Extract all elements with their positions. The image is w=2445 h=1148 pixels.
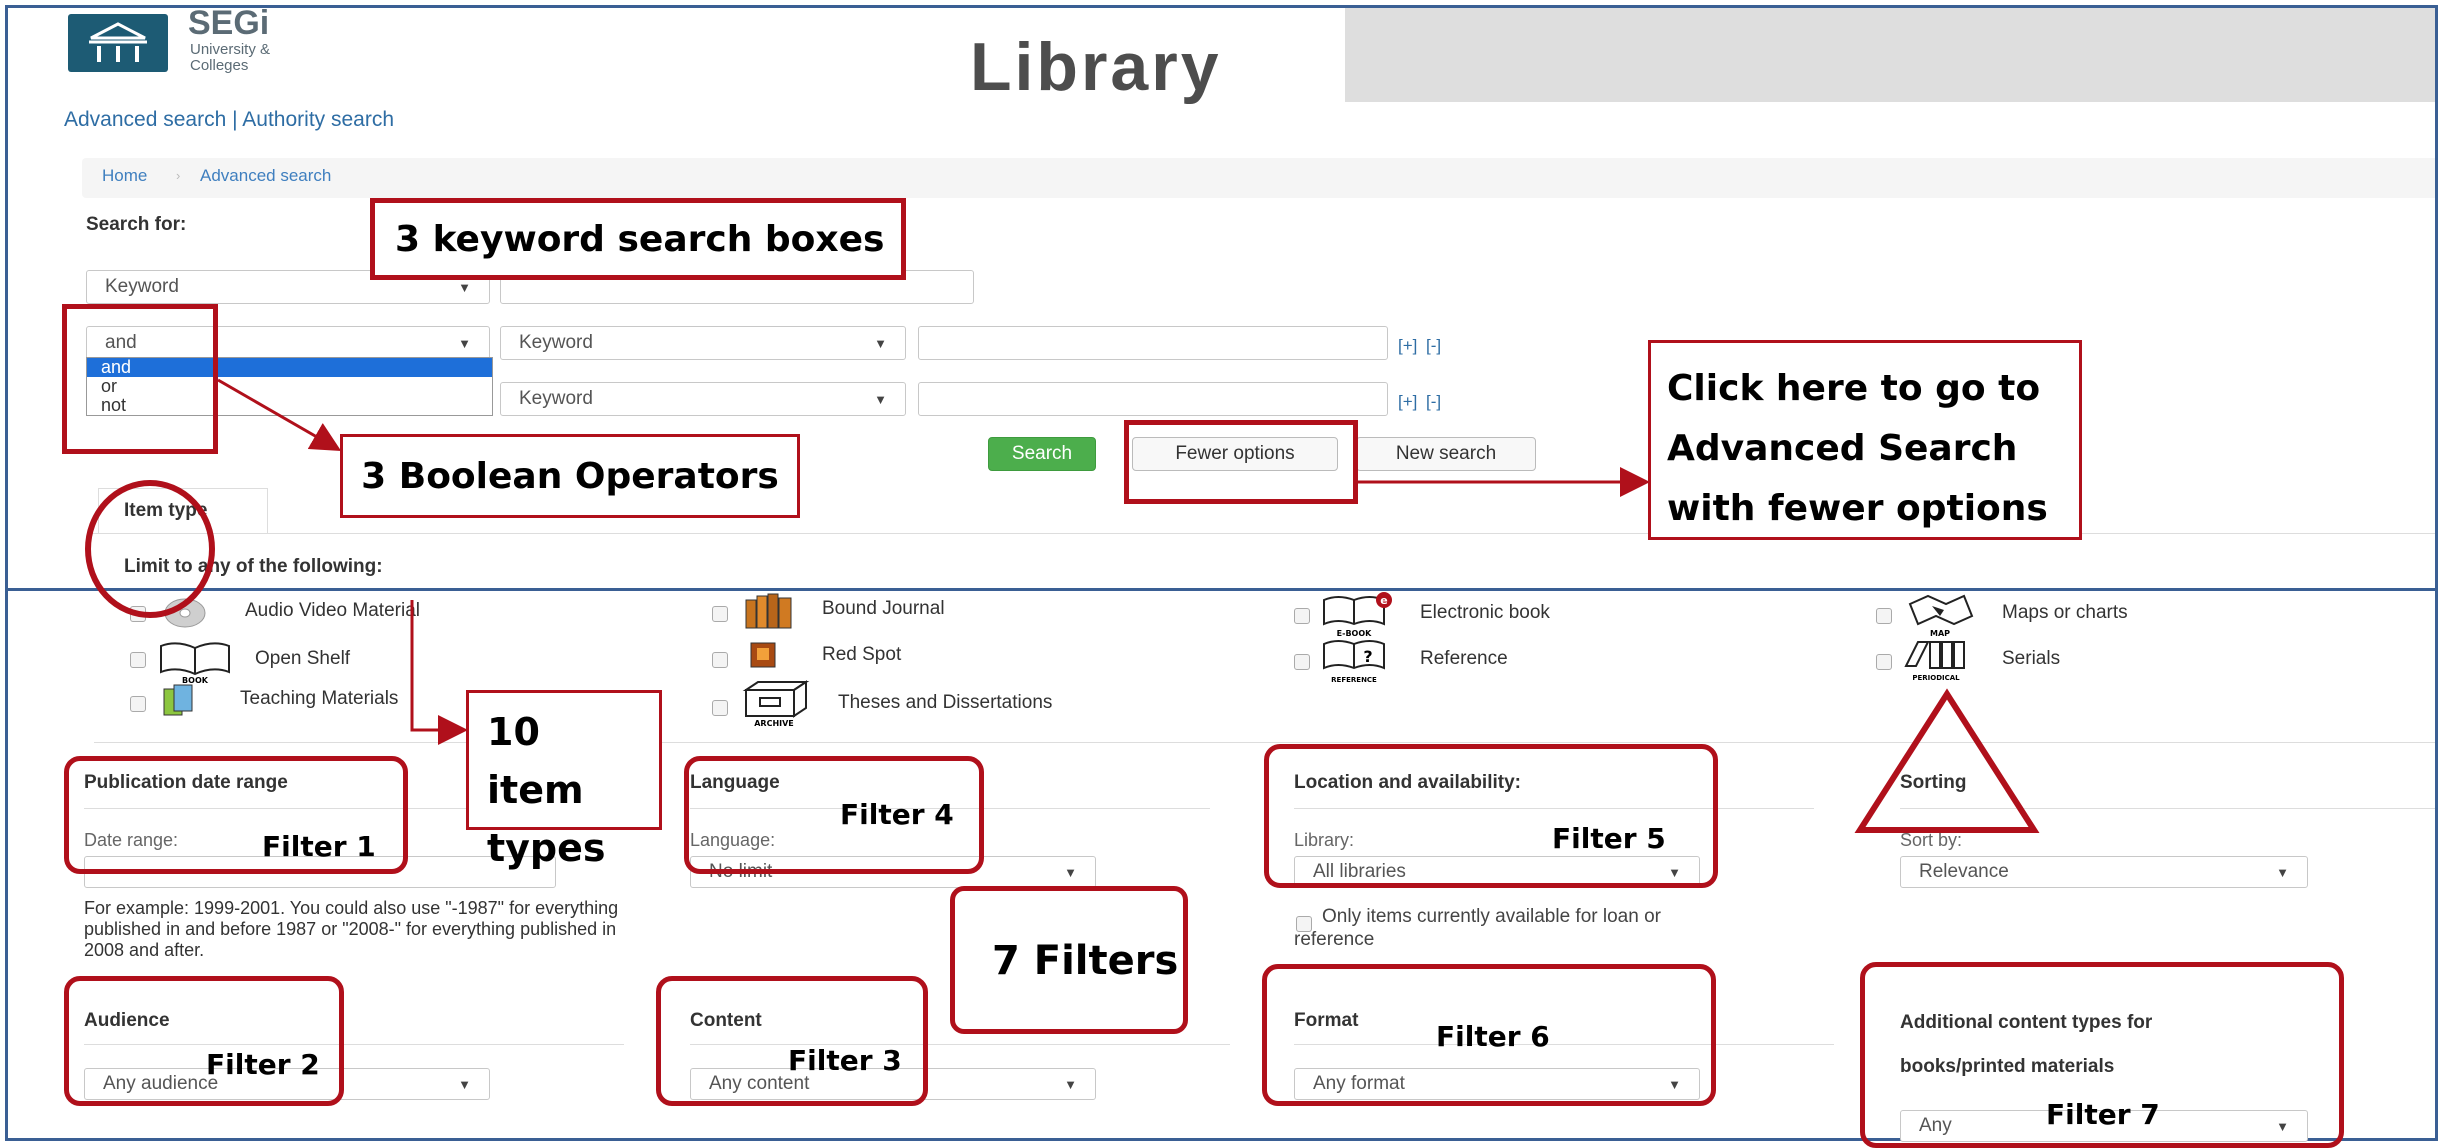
- arrow-boolean: [217, 378, 342, 451]
- annotation-arrows: [217, 378, 1650, 745]
- arrow-item-types: [410, 600, 468, 745]
